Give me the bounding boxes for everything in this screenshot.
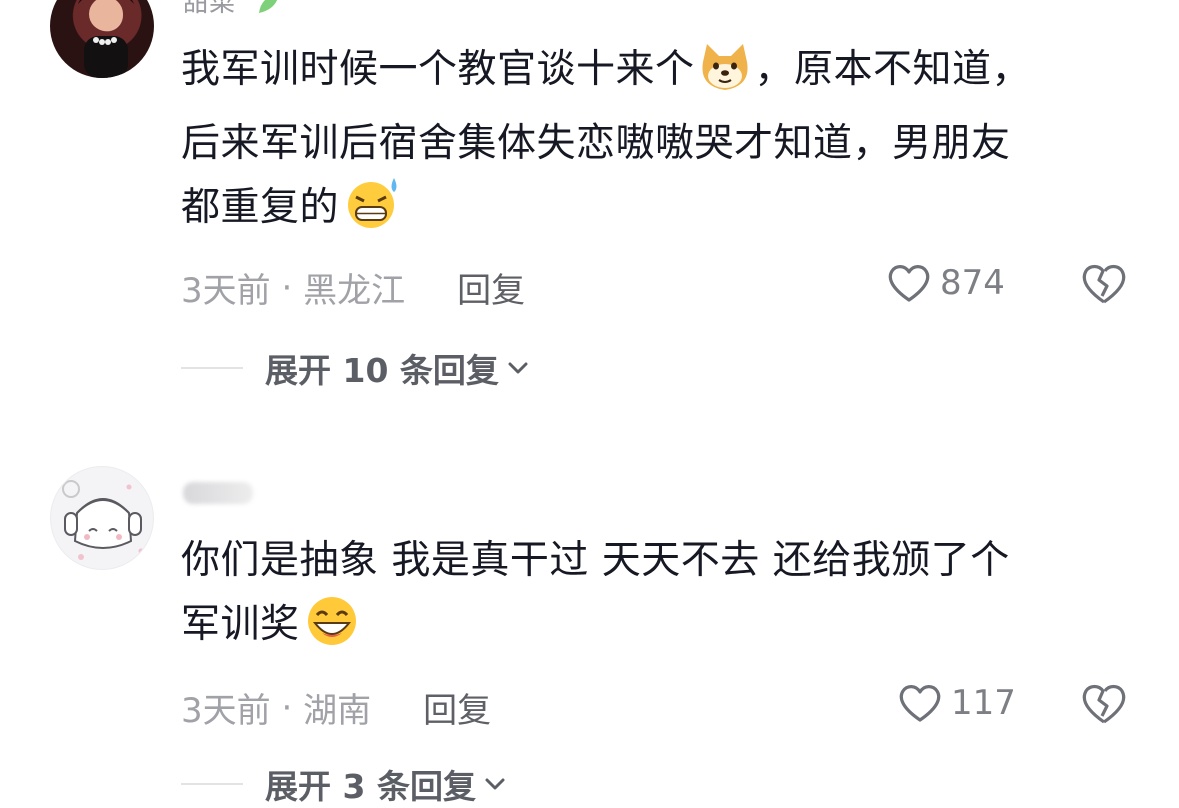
- cartoon-cat-avatar-icon: [62, 480, 144, 560]
- reply-button[interactable]: 回复: [457, 263, 525, 312]
- broken-heart-icon: [1082, 264, 1126, 304]
- comment-location: 湖南: [303, 691, 372, 731]
- avatar[interactable]: [50, 466, 154, 570]
- comment-time: 3天前: [181, 691, 271, 731]
- username-text: 甜菜: [183, 0, 236, 18]
- reply-button[interactable]: 回复: [423, 683, 491, 732]
- leaf-badge-icon: [259, 0, 278, 13]
- dislike-button[interactable]: [1080, 262, 1128, 310]
- comment-text-line: 都重复的: [181, 176, 1131, 250]
- expand-replies-button[interactable]: 展开 10 条回复: [181, 344, 529, 392]
- doge-emoji: [697, 42, 753, 112]
- expand-replies-label: 展开 3 条回复: [265, 767, 476, 806]
- like-button[interactable]: 117: [897, 682, 1016, 724]
- chevron-down-icon: [508, 362, 528, 374]
- comment-time: 3天前: [181, 271, 271, 311]
- comment-text-line: 军训奖: [181, 593, 1131, 667]
- meta-separator: ·: [270, 687, 304, 728]
- expand-replies-label: 展开 10 条回复: [265, 351, 499, 390]
- comment-text-line: 后来军训后宿舍集体失恋嗷嗷哭才知道，男朋友: [181, 121, 1011, 166]
- divider-line: [181, 367, 243, 369]
- avatar-portrait-icon: [78, 0, 134, 78]
- divider-line: [181, 783, 243, 785]
- comment-meta: 3天前 · 黑龙江 回复: [181, 263, 525, 312]
- grin-emoji: [302, 593, 362, 667]
- heart-outline-icon: [888, 265, 930, 302]
- username-redacted[interactable]: [183, 482, 253, 504]
- comment-text-line: 你们是抽象 我是真干过 天天不去 还给我颁了个: [181, 538, 1010, 583]
- expand-replies-button[interactable]: 展开 3 条回复: [181, 760, 506, 808]
- broken-heart-icon: [1082, 684, 1126, 724]
- like-button[interactable]: 874: [886, 262, 1005, 304]
- dislike-button[interactable]: [1080, 682, 1128, 730]
- sweat-grin-emoji: [341, 176, 403, 250]
- like-count: 117: [951, 683, 1016, 723]
- comment-text: 你们是抽象 我是真干过 天天不去 还给我颁了个 军训奖: [181, 529, 1131, 667]
- username[interactable]: 甜菜: [183, 0, 283, 19]
- comment-meta: 3天前 · 湖南 回复: [181, 683, 491, 732]
- avatar[interactable]: [50, 0, 154, 78]
- heart-outline-icon: [899, 685, 941, 722]
- comment-text: 我军训时候一个教官谈十来个 ，原本不知道， 后来军训后宿舍集体失恋嗷嗷哭才知道，…: [181, 38, 1131, 250]
- chevron-down-icon: [485, 778, 505, 790]
- like-count: 874: [940, 263, 1005, 303]
- comment-text-line: 我军训时候一个教官谈十来个 ，原本不知道，: [181, 38, 1131, 112]
- comment-location: 黑龙江: [303, 271, 406, 311]
- meta-separator: ·: [270, 267, 304, 308]
